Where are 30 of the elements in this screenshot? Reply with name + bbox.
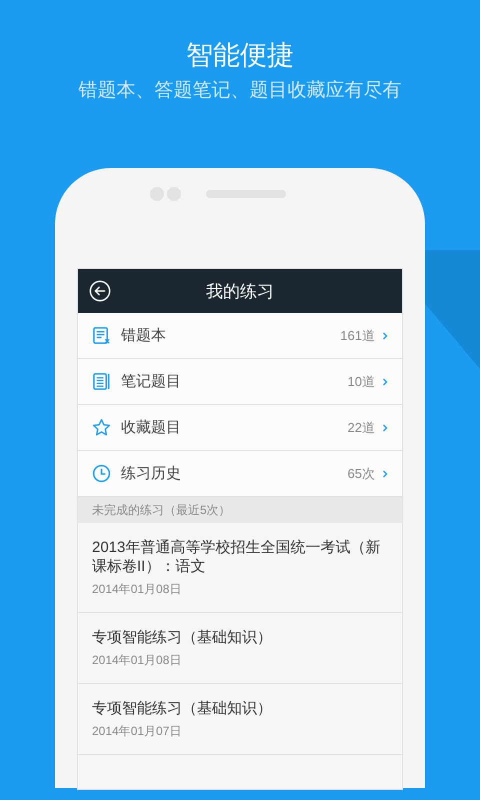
- menu-item[interactable]: 练习历史 65次: [78, 451, 402, 497]
- star-icon: [92, 418, 111, 437]
- item-count: 10道: [348, 372, 375, 390]
- chevron-right-icon: [382, 422, 388, 432]
- clock-icon: [92, 464, 111, 483]
- exercise-title: 专项智能练习（基础知识）: [92, 628, 273, 647]
- menu-label: 收藏题目: [121, 418, 182, 437]
- exercise-date: 2014年01月08日: [92, 652, 182, 669]
- chevron-right-icon: [382, 330, 388, 340]
- subheadline: 错题本、答题笔记、题目收藏应有尽有: [78, 79, 402, 103]
- screen-title: 我的练习: [206, 280, 274, 302]
- item-count: 65次: [348, 464, 375, 482]
- menu-item[interactable]: 错题本 161道: [78, 313, 402, 359]
- chevron-right-icon: [382, 376, 388, 386]
- exercise-title: 专项智能练习（基础知识）: [92, 699, 273, 718]
- exercise-date: 2014年01月07日: [92, 723, 182, 740]
- exercise-title: 2013年普通高等学校招生全国统一考试（新课标卷II）：语文: [92, 538, 382, 576]
- headline: 智能便捷: [185, 39, 295, 72]
- menu-item[interactable]: 笔记题目 10道: [78, 359, 402, 405]
- menu-label: 笔记题目: [121, 372, 182, 391]
- item-count: 161道: [340, 326, 375, 344]
- item-count: 22道: [348, 418, 375, 436]
- notebook-icon: [92, 372, 111, 391]
- list-cross-icon: [92, 326, 111, 345]
- menu-label: 练习历史: [121, 464, 182, 483]
- menu-item[interactable]: 收藏题目 22道: [78, 405, 402, 451]
- chevron-right-icon: [382, 468, 388, 478]
- menu-label: 错题本: [121, 326, 167, 345]
- section-title: 未完成的练习（最近5次）: [92, 502, 231, 518]
- exercise-date: 2014年01月08日: [92, 581, 182, 598]
